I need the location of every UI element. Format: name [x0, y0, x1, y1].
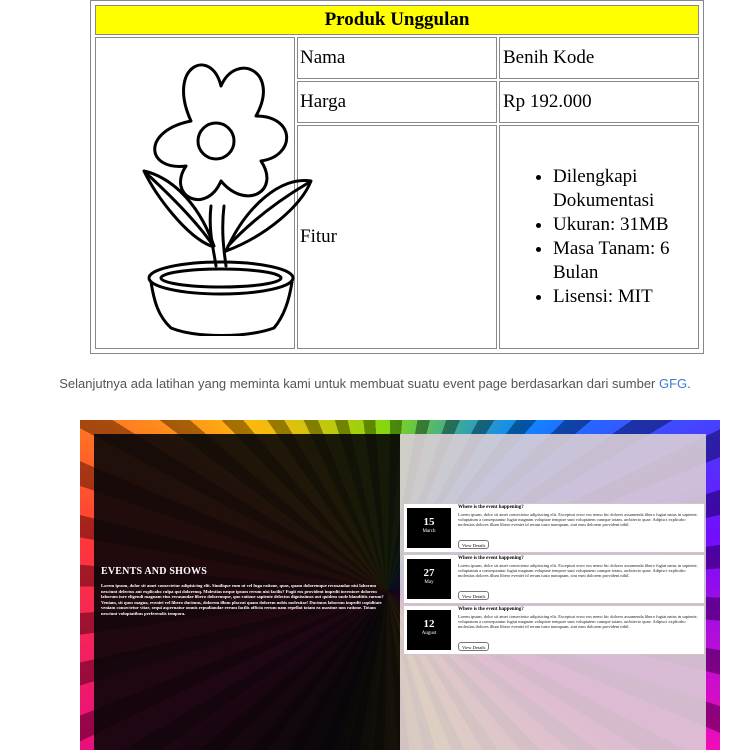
view-details-button[interactable]: View Details	[458, 642, 490, 651]
feature-item: Dilengkapi Dokumentasi	[553, 165, 698, 213]
event-date: 27 May	[407, 559, 451, 599]
view-details-button[interactable]: View Details	[458, 540, 490, 549]
paragraph-end: .	[687, 376, 691, 391]
flower-pot-illustration	[95, 37, 313, 349]
event-description: Lorem ipsum, dolor sit amet consectetur …	[458, 563, 698, 579]
event-day: 15	[423, 516, 435, 528]
events-list-panel: 15 March Where is the event happening? L…	[400, 434, 706, 750]
name-label: Nama	[297, 37, 497, 79]
event-month: August	[421, 631, 437, 636]
events-heading: EVENTS AND SHOWS	[101, 566, 208, 577]
event-title: Where is the event happening?	[458, 505, 524, 510]
features-list: Dilengkapi Dokumentasi Ukuran: 31MB Masa…	[503, 165, 698, 309]
feature-item: Ukuran: 31MB	[553, 213, 698, 237]
event-card: 15 March Where is the event happening? L…	[403, 503, 705, 553]
event-date: 12 August	[407, 610, 451, 650]
product-table: Produk Unggulan Nama Benih Kode Harga Rp…	[93, 3, 701, 351]
feature-item: Lisensi: MIT	[553, 285, 698, 309]
event-title: Where is the event happening?	[458, 607, 524, 612]
event-month: May	[424, 580, 434, 585]
event-description: Lorem ipsum, dolor sit amet consectetur …	[458, 614, 698, 630]
event-title: Where is the event happening?	[458, 556, 524, 561]
events-body: Lorem ipsum, dolor sit amet consectetur …	[101, 583, 384, 616]
product-card: Produk Unggulan Nama Benih Kode Harga Rp…	[90, 0, 704, 354]
price-value: Rp 192.000	[499, 81, 699, 123]
event-card: 12 August Where is the event happening? …	[403, 605, 705, 655]
event-month: March	[422, 529, 436, 534]
event-day: 27	[423, 567, 435, 579]
product-title: Produk Unggulan	[95, 5, 699, 35]
events-intro-panel: EVENTS AND SHOWS Lorem ipsum, dolor sit …	[94, 434, 400, 750]
features-label: Fitur	[297, 125, 497, 349]
event-day: 12	[423, 618, 435, 630]
gfg-link[interactable]: GFG	[659, 376, 687, 391]
features-cell: Dilengkapi Dokumentasi Ukuran: 31MB Masa…	[499, 125, 699, 349]
price-label: Harga	[297, 81, 497, 123]
feature-item: Masa Tanam: 6 Bulan	[553, 237, 698, 285]
flower-pot-icon	[142, 63, 313, 337]
view-details-button[interactable]: View Details	[458, 591, 490, 600]
name-value: Benih Kode	[499, 37, 699, 79]
event-date: 15 March	[407, 508, 451, 548]
event-description: Lorem ipsum, dolor sit amet consectetur …	[458, 512, 698, 528]
paragraph-text: Selanjutnya ada latihan yang meminta kam…	[59, 376, 659, 391]
description-paragraph: Selanjutnya ada latihan yang meminta kam…	[0, 376, 750, 391]
event-page-preview: EVENTS AND SHOWS Lorem ipsum, dolor sit …	[80, 420, 720, 750]
event-card: 27 May Where is the event happening? Lor…	[403, 554, 705, 604]
